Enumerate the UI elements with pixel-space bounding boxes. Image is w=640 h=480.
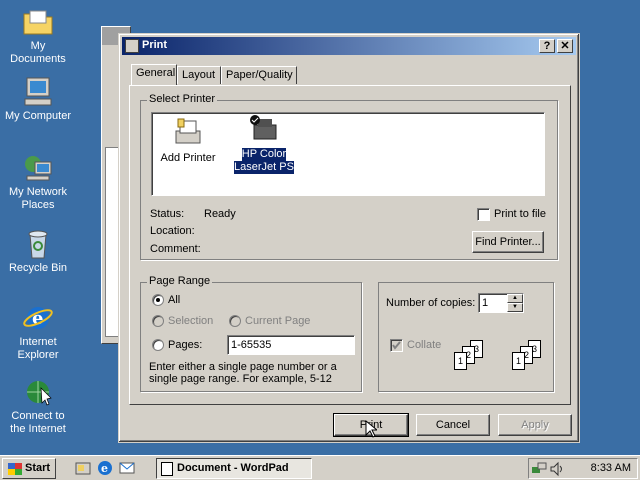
radio-current-page-label[interactable]: Current Page — [245, 315, 310, 327]
desktop-icon-label: Explorer — [17, 349, 59, 361]
printer-label: LaserJet PS — [234, 161, 294, 174]
internet-explorer-quicklaunch-icon[interactable]: e — [96, 459, 114, 477]
apply-button[interactable]: Apply — [498, 414, 572, 436]
connect-icon — [21, 376, 55, 408]
printer-label: HP Color — [241, 148, 287, 161]
clock[interactable]: 8:33 AM — [591, 462, 631, 474]
tab-label: General — [136, 67, 176, 79]
desktop-icon-label: Internet — [19, 336, 57, 348]
find-printer-button[interactable]: Find Printer... — [472, 231, 544, 253]
printer-item-hp-color-laserjet[interactable]: HP Color LaserJet PS — [232, 113, 296, 174]
volume-icon[interactable] — [549, 461, 565, 477]
recycle-bin-icon — [21, 228, 55, 260]
page-sheet: 1 — [454, 352, 467, 370]
tab-label: Layout — [182, 69, 216, 81]
desktop-icon-label: My Documents — [10, 40, 66, 65]
mouse-cursor-icon — [365, 420, 377, 438]
dialog-titlebar[interactable]: Print ? ✕ — [122, 37, 576, 55]
desktop-icon-my-documents[interactable]: My Documents — [0, 6, 76, 66]
collate-checkbox[interactable] — [390, 339, 403, 352]
page-sheet: 1 — [512, 352, 525, 370]
desktop-icon-recycle-bin[interactable]: Recycle Bin — [0, 228, 76, 275]
close-button[interactable]: ✕ — [557, 39, 573, 53]
windows-logo-icon — [8, 463, 22, 475]
page-range-hint: Enter either a single page number or a s… — [149, 361, 337, 385]
dialog-title: Print — [142, 39, 168, 51]
add-printer-icon — [172, 117, 204, 149]
copies-label: Number of copies: — [386, 297, 476, 309]
printer-icon — [125, 39, 139, 53]
radio-current-page[interactable] — [229, 315, 241, 327]
location-label: Location: — [150, 225, 195, 237]
spin-down-icon[interactable]: ▼ — [507, 303, 523, 312]
printer-icon — [248, 113, 280, 145]
desktop-icon-label: My Network — [8, 186, 68, 198]
radio-selection[interactable] — [152, 315, 164, 327]
svg-text:e: e — [101, 462, 108, 475]
radio-selection-label[interactable]: Selection — [168, 315, 213, 327]
computer-icon — [21, 76, 55, 108]
help-button[interactable]: ? — [539, 39, 555, 53]
printer-item-add-printer[interactable]: Add Printer — [156, 117, 220, 165]
tab-layout[interactable]: Layout — [177, 66, 221, 84]
start-button[interactable]: Start — [2, 458, 56, 479]
desktop-icon-my-computer[interactable]: My Computer — [0, 76, 76, 123]
apply-button-label: Apply — [521, 419, 549, 431]
collate-label[interactable]: Collate — [407, 339, 441, 351]
folder-icon — [21, 6, 55, 38]
radio-all-label[interactable]: All — [168, 294, 180, 306]
printer-list[interactable]: Add Printer HP Color LaserJet PS — [151, 112, 545, 196]
desktop-icon-label: My Computer — [4, 110, 72, 122]
radio-pages[interactable] — [152, 339, 164, 351]
taskbar: Start e Document - WordPad 8:33 AM — [0, 455, 640, 480]
wordpad-icon — [161, 462, 173, 476]
page-range-legend: Page Range — [147, 275, 213, 287]
show-desktop-icon[interactable] — [74, 459, 92, 477]
select-printer-legend: Select Printer — [147, 93, 218, 105]
system-tray: 8:33 AM — [528, 458, 638, 479]
printer-label: Add Printer — [160, 152, 216, 164]
network-icon — [21, 152, 55, 184]
spin-up-icon[interactable]: ▲ — [507, 294, 523, 303]
desktop-icon-my-network-places[interactable]: My Network Places — [0, 152, 76, 212]
taskbar-item-label: Document - WordPad — [177, 462, 289, 474]
outlook-express-icon[interactable] — [118, 459, 136, 477]
print-to-file-checkbox[interactable] — [477, 208, 490, 221]
tab-general[interactable]: General — [131, 64, 177, 85]
radio-pages-label[interactable]: Pages: — [168, 339, 202, 351]
desktop-icon-label: Recycle Bin — [8, 262, 68, 274]
cancel-button-label: Cancel — [435, 419, 471, 431]
desktop-icon-label: Places — [21, 199, 55, 211]
network-tray-icon[interactable] — [531, 461, 547, 477]
find-printer-label: Find Printer... — [475, 236, 541, 248]
pages-range-input[interactable]: 1-65535 — [227, 335, 355, 355]
radio-all[interactable] — [152, 294, 164, 306]
cancel-button[interactable]: Cancel — [416, 414, 490, 436]
desktop-icon-internet-explorer[interactable]: e Internet Explorer — [0, 302, 76, 362]
taskbar-item-wordpad[interactable]: Document - WordPad — [156, 458, 312, 479]
desktop-icon-label: the Internet — [10, 423, 66, 435]
internet-explorer-icon: e — [21, 302, 55, 334]
print-to-file-label[interactable]: Print to file — [494, 208, 546, 220]
tab-label: Paper/Quality — [226, 69, 293, 81]
desktop-icon-connect-to-internet[interactable]: Connect to the Internet — [0, 376, 76, 436]
copies-spinner[interactable]: ▲ ▼ — [507, 294, 523, 312]
status-label: Status: — [150, 208, 185, 220]
tab-paper-quality[interactable]: Paper/Quality — [221, 66, 297, 84]
status-value: Ready — [204, 208, 236, 220]
comment-label: Comment: — [150, 243, 201, 255]
desktop-icon-label: Connect to — [11, 410, 65, 422]
start-label: Start — [25, 462, 51, 474]
